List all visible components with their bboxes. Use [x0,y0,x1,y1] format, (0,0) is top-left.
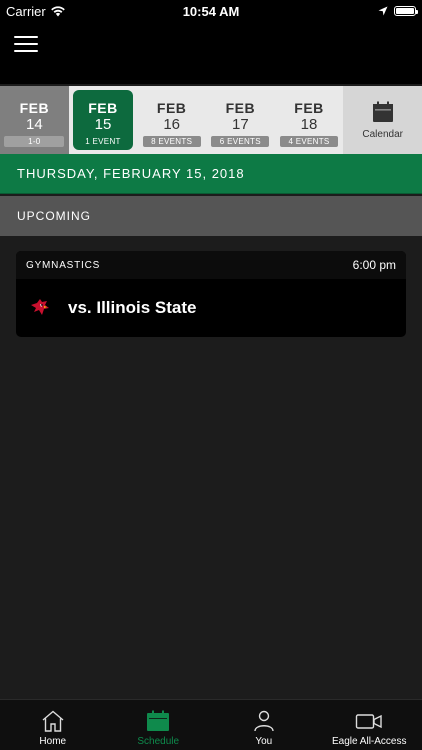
event-card-header: GYMNASTICS 6:00 pm [16,251,406,279]
tab-schedule[interactable]: Schedule [106,700,212,750]
event-card[interactable]: GYMNASTICS 6:00 pm vs. Illinois State [16,251,406,337]
date-cell-feb-18[interactable]: FEB 18 4 EVENTS [275,86,344,154]
date-month: FEB [294,100,324,116]
selected-date-highlight: FEB 15 1 EVENT [73,90,133,150]
redbird-logo-icon [31,299,49,315]
status-bar: Carrier 10:54 AM [0,0,422,22]
date-day: 18 [300,116,318,133]
video-camera-icon [356,714,382,729]
tab-label: Eagle All-Access [332,736,407,747]
battery-fill [396,8,414,14]
date-day: 14 [25,116,43,133]
opponent-name: vs. Illinois State [68,298,197,317]
hamburger-icon[interactable] [14,36,38,56]
upcoming-section-header: UPCOMING [0,196,422,236]
selected-date-text: THURSDAY, FEBRUARY 15, 2018 [17,166,245,181]
event-time: 6:00 pm [352,258,396,272]
selected-date-header: THURSDAY, FEBRUARY 15, 2018 [0,154,422,194]
carrier-label: Carrier [6,3,46,19]
person-icon [254,710,274,732]
tab-you[interactable]: You [211,700,317,750]
calendar-icon [372,101,393,122]
date-day: 16 [163,116,181,133]
date-day: 17 [232,116,249,133]
date-month: FEB [225,100,256,116]
status-right [378,6,422,16]
date-result-badge: 1-0 [4,136,65,147]
nav-bar [0,22,422,84]
date-month: FEB [19,100,50,116]
date-event-count: 6 EVENTS [211,136,270,147]
tab-label: Schedule [137,736,180,747]
date-cell-feb-17[interactable]: FEB 17 6 EVENTS [206,86,275,154]
event-sport: GYMNASTICS [26,259,101,271]
section-title: UPCOMING [17,209,91,223]
date-cell-feb-15[interactable]: FEB 15 1 EVENT [68,86,138,154]
calendar-label: Calendar [362,128,403,140]
calendar-button[interactable]: Calendar [343,86,422,154]
tab-eagle-all-access[interactable]: Eagle All-Access [317,700,422,750]
calendar-icon [147,710,170,731]
tab-home[interactable]: Home [0,700,106,750]
date-event-count: 8 EVENTS [142,136,201,147]
location-arrow-icon [378,6,388,16]
date-event-count: 4 EVENTS [280,136,339,147]
date-event-count: 1 EVENT [85,137,121,146]
battery-icon [394,6,418,16]
tab-label: You [255,736,273,747]
tab-label: Home [39,736,67,747]
date-month: FEB [88,100,118,116]
date-month: FEB [156,100,187,116]
home-icon [42,710,64,732]
date-cell-feb-14[interactable]: FEB 14 1-0 [0,86,69,154]
status-left: Carrier [0,4,66,19]
date-day: 15 [94,116,112,133]
date-cell-feb-16[interactable]: FEB 16 8 EVENTS [137,86,206,154]
tab-bar: Home Schedule You Eagle All-Access [0,699,422,750]
date-strip: FEB 14 1-0 FEB 15 1 EVENT FEB 16 8 EVENT… [0,86,422,154]
wifi-icon [50,6,65,17]
event-card-body: vs. Illinois State [16,279,406,337]
